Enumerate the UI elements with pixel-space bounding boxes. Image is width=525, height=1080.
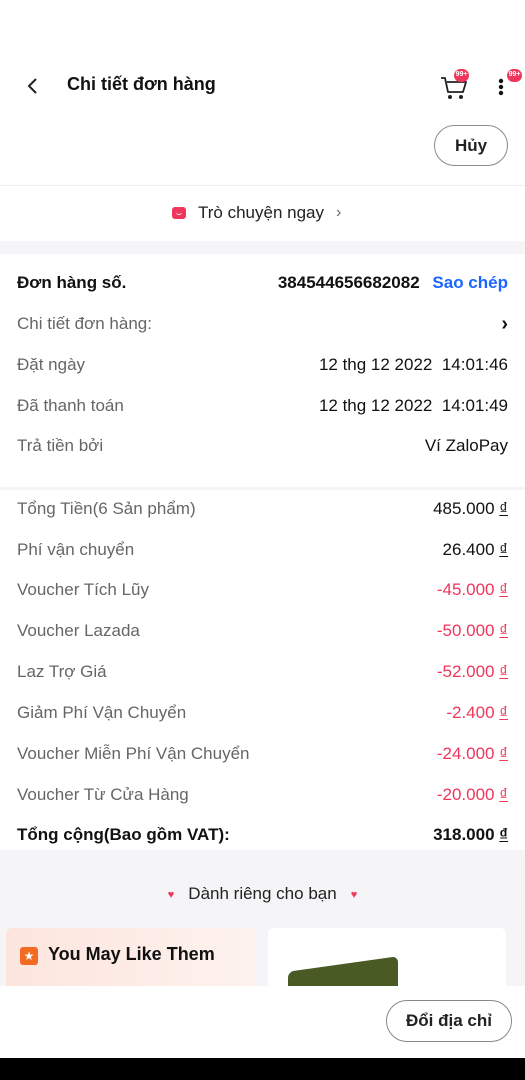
price-row: Voucher Từ Cửa Hàng -20.000 ₫ <box>17 783 508 807</box>
price-row: Voucher Tích Lũy -45.000 ₫ <box>17 578 508 602</box>
you-may-like-title: You May Like Them <box>48 944 215 964</box>
price-row-amount: 485.000 <box>433 499 495 518</box>
price-row-amount: -24.000 <box>436 744 495 763</box>
price-summary-card: Tổng Tiền(6 Sản phẩm) 485.000 ₫ Phí vận … <box>0 490 525 850</box>
heart-icon: ♥ <box>167 888 175 901</box>
price-row: Giảm Phí Vận Chuyển -2.400 ₫ <box>17 701 508 725</box>
price-row-label: Tổng Tiền(6 Sản phẩm) <box>17 499 196 518</box>
copy-button[interactable]: Sao chép <box>432 273 508 292</box>
price-row-amount: 26.400 <box>442 540 495 559</box>
order-number-row: Đơn hàng số. 384544656682082 Sao chép <box>17 271 508 295</box>
star-icon: ★ <box>20 947 38 965</box>
currency-symbol: ₫ <box>499 662 508 681</box>
top-bar: Chi tiết đơn hàng 99+ 99+ Hủy <box>0 0 525 185</box>
product-card[interactable] <box>268 928 506 986</box>
more-button[interactable]: 99+ <box>494 69 522 102</box>
price-row-amount: -20.000 <box>436 785 495 804</box>
currency-symbol: ₫ <box>499 703 508 722</box>
placed-date-label: Đặt ngày <box>17 355 86 374</box>
currency-symbol: ₫ <box>499 580 508 599</box>
recommendation-title: ♥ Dành riêng cho bạn ♥ <box>0 884 525 904</box>
bottom-action-bar: Đổi địa chỉ <box>0 986 525 1058</box>
price-row-label: Voucher Miễn Phí Vận Chuyển <box>17 744 250 763</box>
placed-date-value: 12 thg 12 2022 14:01:46 <box>318 355 508 374</box>
paid-by-value: Ví ZaloPay <box>424 436 508 455</box>
price-row: Tổng Tiền(6 Sản phẩm) 485.000 ₫ <box>17 497 508 521</box>
cancel-order-button[interactable]: Hủy <box>434 125 508 166</box>
price-row-label: Voucher Tích Lũy <box>17 580 149 599</box>
change-address-button[interactable]: Đổi địa chỉ <box>386 1000 512 1042</box>
currency-symbol: ₫ <box>499 499 508 518</box>
price-row-amount: -50.000 <box>436 621 495 640</box>
price-row-label: Voucher Từ Cửa Hàng <box>17 785 189 804</box>
total-amount: 318.000 <box>433 825 495 844</box>
price-row-label: Phí vận chuyển <box>17 540 135 559</box>
cart-badge: 99+ <box>454 69 469 82</box>
paid-by-label: Trả tiền bởi <box>17 436 104 455</box>
more-badge: 99+ <box>507 69 522 82</box>
you-may-like-card[interactable]: ★ You May Like Them <box>6 928 256 986</box>
paid-date-row: Đã thanh toán 12 thg 12 2022 14:01:49 <box>17 394 508 418</box>
price-row-label: Laz Trợ Giá <box>17 662 107 681</box>
chevron-left-icon <box>27 78 37 94</box>
price-row: Phí vận chuyển 26.400 ₫ <box>17 538 508 562</box>
currency-symbol: ₫ <box>499 785 508 804</box>
product-image <box>288 956 398 986</box>
paid-date-label: Đã thanh toán <box>17 396 124 415</box>
page-title: Chi tiết đơn hàng <box>67 74 216 94</box>
currency-symbol: ₫ <box>499 744 508 763</box>
price-row-amount: -52.000 <box>436 662 495 681</box>
order-number-label: Đơn hàng số. <box>17 273 127 292</box>
currency-symbol: ₫ <box>499 621 508 640</box>
price-row: Voucher Lazada -50.000 ₫ <box>17 619 508 643</box>
order-detail-label: Chi tiết đơn hàng: <box>17 314 152 333</box>
price-row: Laz Trợ Giá -52.000 ₫ <box>17 660 508 684</box>
heart-icon: ♥ <box>350 888 358 901</box>
chat-now-bar[interactable]: Trò chuyện ngay › <box>0 185 525 241</box>
chevron-right-icon: › <box>501 312 508 335</box>
chat-now-label: Trò chuyện ngay <box>198 203 324 222</box>
recommendation-title-text: Dành riêng cho bạn <box>188 884 337 903</box>
price-row-amount: -2.400 <box>446 703 495 722</box>
system-navigation-bar <box>0 1058 525 1080</box>
total-label: Tổng cộng(Bao gồm VAT): <box>17 825 230 844</box>
total-row: Tổng cộng(Bao gồm VAT): 318.000 ₫ <box>17 823 508 847</box>
cart-button[interactable]: 99+ <box>438 69 472 102</box>
back-button[interactable] <box>22 73 46 99</box>
price-row: Voucher Miễn Phí Vận Chuyển -24.000 ₫ <box>17 742 508 766</box>
currency-symbol: ₫ <box>499 825 508 844</box>
paid-by-row: Trả tiền bởi Ví ZaloPay <box>17 434 508 458</box>
price-row-label: Voucher Lazada <box>17 621 140 640</box>
order-number-value: 384544656682082 <box>277 273 420 292</box>
order-detail-row[interactable]: Chi tiết đơn hàng: › <box>17 312 508 336</box>
order-info-card: Đơn hàng số. 384544656682082 Sao chép Ch… <box>0 254 525 487</box>
paid-date-value: 12 thg 12 2022 14:01:49 <box>318 396 508 415</box>
price-row-amount: -45.000 <box>436 580 495 599</box>
chevron-right-icon: › <box>336 204 342 221</box>
chat-icon <box>172 207 186 219</box>
recommendation-section: ♥ Dành riêng cho bạn ♥ ★ You May Like Them <box>0 866 525 986</box>
currency-symbol: ₫ <box>499 540 508 559</box>
placed-date-row: Đặt ngày 12 thg 12 2022 14:01:46 <box>17 353 508 377</box>
price-row-label: Giảm Phí Vận Chuyển <box>17 703 187 722</box>
